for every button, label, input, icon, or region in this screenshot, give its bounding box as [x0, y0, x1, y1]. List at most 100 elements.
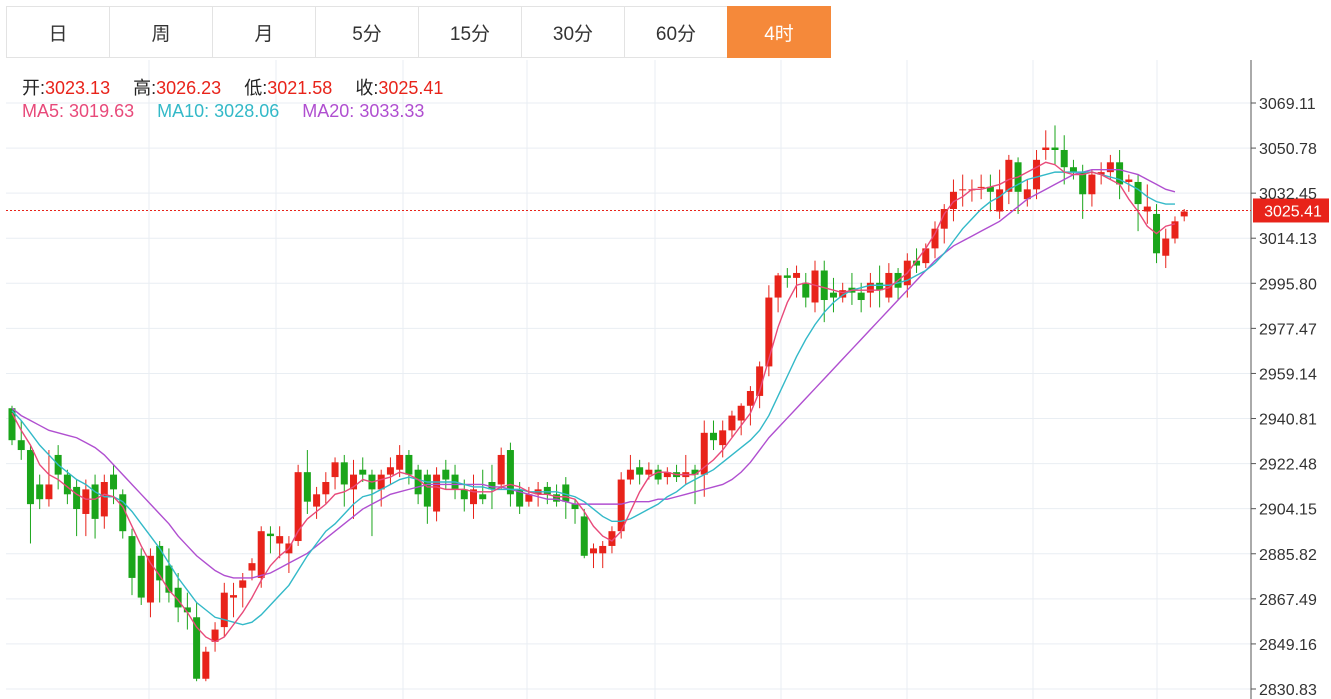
candle [1171, 216, 1179, 244]
candle-body [719, 430, 727, 446]
candle [793, 265, 801, 298]
candle-body [165, 565, 173, 593]
tab-15min[interactable]: 15分 [418, 6, 522, 58]
candle-body [1033, 159, 1041, 190]
open-label: 开: [22, 78, 46, 98]
candle [36, 474, 44, 510]
candle-body [746, 391, 754, 406]
candle-body [110, 474, 118, 490]
candle-body [1005, 159, 1013, 192]
candle-body [793, 272, 801, 278]
candle [497, 447, 505, 490]
candle-body [239, 580, 247, 588]
candle [617, 472, 625, 539]
candle [230, 582, 238, 618]
close-value: 3025.41 [378, 78, 444, 98]
candle-body [1069, 167, 1077, 173]
y-tick-label: 2904.15 [1259, 502, 1317, 519]
candle-body [396, 454, 404, 470]
candle [331, 457, 339, 490]
tab-60min[interactable]: 60分 [624, 6, 728, 58]
y-tick-label: 2867.49 [1259, 592, 1317, 609]
candle [423, 469, 431, 524]
candle [700, 420, 708, 497]
candle-body [276, 536, 284, 544]
candle-body [230, 595, 238, 598]
tab-day[interactable]: 日 [6, 6, 110, 58]
candle [709, 420, 717, 451]
candle-body [45, 484, 53, 500]
candle-body [1162, 238, 1170, 256]
tab-month[interactable]: 月 [212, 6, 316, 58]
candle-body [645, 469, 653, 475]
candle [433, 467, 441, 522]
candle [91, 474, 99, 539]
candle-body [1088, 174, 1096, 195]
candle-body [626, 469, 634, 480]
candle [193, 602, 201, 682]
candle [885, 263, 893, 303]
candle-body [497, 454, 505, 485]
candle-body [829, 292, 837, 298]
candle [303, 450, 311, 514]
candle [1051, 125, 1059, 165]
y-tick-label: 2885.82 [1259, 547, 1317, 564]
candle [285, 536, 293, 573]
tab-30min[interactable]: 30分 [521, 6, 625, 58]
candle [137, 548, 145, 605]
candle [959, 174, 967, 207]
candle-body [866, 282, 874, 293]
candle-body [257, 531, 265, 578]
y-tick-label: 2995.80 [1259, 276, 1317, 293]
period-tabs: 日 周 月 5分 15分 30分 60分 4时 [6, 6, 831, 60]
candle-body [1060, 149, 1068, 168]
candle [165, 548, 173, 603]
candle-body [17, 440, 25, 451]
ma10-value: 3028.06 [214, 101, 280, 121]
candle-body [479, 494, 487, 500]
tab-4hour[interactable]: 4时 [727, 6, 831, 58]
candle [470, 474, 477, 519]
candle [1042, 130, 1050, 160]
candle [691, 464, 699, 505]
tab-5min[interactable]: 5分 [315, 6, 419, 58]
ohlc-readout: 开:3023.13 高:3026.23 低:3021.58 收:3025.41 [22, 74, 461, 100]
candle [266, 526, 274, 554]
candle-body [1180, 211, 1188, 217]
candle-body [774, 275, 782, 298]
candle [1088, 169, 1096, 207]
y-tick-label: 2977.47 [1259, 321, 1317, 338]
y-tick-label: 3032.45 [1259, 186, 1317, 203]
candle-body [220, 592, 228, 628]
last-price-label: 3025.41 [1264, 203, 1322, 220]
candle-body [266, 533, 274, 537]
candle [682, 454, 690, 485]
ma20-legend: MA20: 3033.33 [302, 101, 424, 121]
low-value: 3021.58 [267, 78, 333, 98]
y-tick-label: 2849.16 [1259, 637, 1317, 654]
tab-week[interactable]: 周 [109, 6, 213, 58]
candle [340, 454, 348, 507]
ma5-label: MA5: [22, 101, 65, 121]
candle [211, 622, 219, 652]
candle-body [423, 474, 431, 507]
candle-body [1079, 172, 1087, 195]
candlestick-chart[interactable]: 3025.41 3069.11 3050.78 3032.45 3014.13 2995.… [0, 60, 1331, 699]
candle [802, 272, 810, 308]
candle [876, 265, 884, 308]
candle-body [331, 462, 339, 478]
candle [1162, 228, 1170, 269]
candle [663, 467, 671, 485]
high-value: 3026.23 [156, 78, 222, 98]
candle [414, 464, 422, 505]
candle-body [377, 474, 385, 490]
candle-body [580, 516, 588, 556]
ma20-value: 3033.33 [359, 101, 425, 121]
candle [220, 582, 228, 637]
candle-body [248, 563, 256, 571]
candle-body [405, 454, 413, 475]
candle [322, 472, 330, 505]
candle-body [303, 472, 311, 502]
candles [8, 125, 1188, 682]
candle [386, 457, 394, 485]
